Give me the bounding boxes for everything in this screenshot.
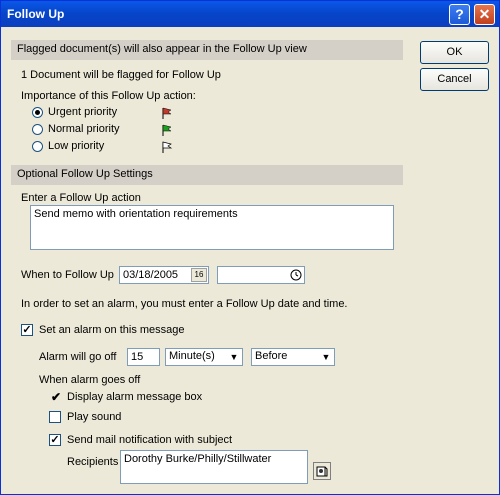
play-sound-label[interactable]: Play sound	[67, 411, 121, 423]
date-value: 03/18/2005	[123, 269, 179, 281]
normal-flag-icon	[162, 124, 172, 136]
cancel-button[interactable]: Cancel	[420, 68, 489, 91]
alarm-go-off-label: Alarm will go off	[39, 351, 117, 363]
send-mail-label[interactable]: Send mail notification with subject	[67, 434, 232, 446]
low-priority-label[interactable]: Low priority	[48, 140, 104, 152]
address-book-button[interactable]	[313, 462, 331, 480]
flag-count-text: 1 Document will be flagged for Follow Up	[21, 69, 221, 81]
follow-up-action-label: Enter a Follow Up action	[21, 192, 141, 204]
normal-priority-label[interactable]: Normal priority	[48, 123, 120, 135]
title-bar[interactable]: Follow Up ? ✕	[1, 1, 499, 27]
importance-label: Importance of this Follow Up action:	[21, 90, 196, 102]
flagged-section-header: Flagged document(s) will also appear in …	[11, 40, 403, 60]
low-priority-radio[interactable]	[32, 141, 43, 152]
normal-priority-radio[interactable]	[32, 124, 43, 135]
follow-up-action-input[interactable]: Send memo with orientation requirements	[30, 205, 394, 250]
follow-up-dialog: Follow Up ? ✕ OK Cancel Flagged document…	[0, 0, 500, 495]
play-sound-checkbox[interactable]	[49, 411, 61, 423]
send-mail-checkbox[interactable]: ✓	[49, 434, 61, 446]
when-goes-off-label: When alarm goes off	[39, 374, 141, 386]
set-alarm-label[interactable]: Set an alarm on this message	[39, 324, 185, 336]
alarm-relation-value: Before	[255, 350, 288, 362]
display-box-check-icon[interactable]: ✔	[51, 390, 61, 404]
chevron-down-icon[interactable]: ▼	[319, 350, 333, 364]
alarm-unit-select[interactable]: Minute(s) ▼	[165, 348, 243, 366]
urgent-priority-radio[interactable]	[32, 107, 43, 118]
date-input[interactable]: 03/18/2005 16	[119, 266, 209, 284]
set-alarm-checkbox[interactable]: ✓	[21, 324, 33, 336]
optional-section-header: Optional Follow Up Settings	[11, 165, 403, 185]
address-book-icon	[316, 466, 328, 477]
urgent-flag-icon	[162, 107, 172, 119]
close-button[interactable]: ✕	[474, 4, 495, 25]
alarm-unit-value: Minute(s)	[169, 350, 215, 362]
calendar-icon[interactable]: 16	[191, 268, 207, 282]
display-box-label[interactable]: Display alarm message box	[67, 391, 202, 403]
clock-icon[interactable]	[290, 269, 302, 281]
ok-button[interactable]: OK	[420, 41, 489, 64]
when-label: When to Follow Up	[21, 269, 114, 281]
recipients-input[interactable]: Dorothy Burke/Philly/Stillwater	[120, 450, 308, 484]
low-flag-icon	[162, 141, 173, 153]
urgent-priority-label[interactable]: Urgent priority	[48, 106, 117, 118]
chevron-down-icon[interactable]: ▼	[227, 350, 241, 364]
alarm-note: In order to set an alarm, you must enter…	[21, 298, 348, 310]
window-title: Follow Up	[7, 7, 65, 21]
time-input[interactable]	[217, 266, 305, 284]
alarm-amount-input[interactable]: 15	[127, 348, 160, 366]
alarm-relation-select[interactable]: Before ▼	[251, 348, 335, 366]
help-button[interactable]: ?	[449, 4, 470, 25]
recipients-label: Recipients	[67, 456, 119, 468]
